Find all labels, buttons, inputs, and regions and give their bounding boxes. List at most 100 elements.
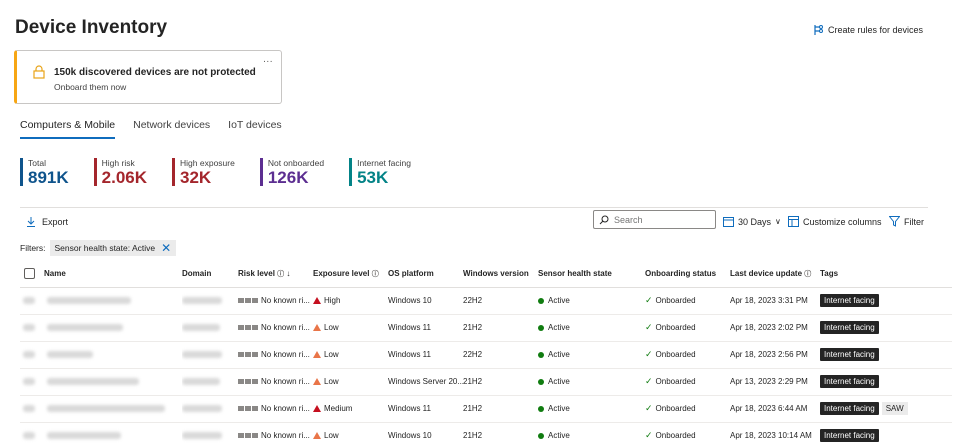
risk-level: No known ri... bbox=[238, 368, 313, 396]
checkmark-icon: ✓ bbox=[645, 295, 653, 305]
exposure-text: High bbox=[324, 296, 341, 305]
banner-subtext[interactable]: Onboard them now bbox=[54, 82, 126, 92]
risk-bars-icon bbox=[238, 433, 258, 439]
date-range-button[interactable]: 30 Days ∨ bbox=[723, 216, 781, 227]
create-rules-button[interactable]: Create rules for devices bbox=[812, 24, 923, 36]
table-row[interactable]: No known ri... Low Windows 11 21H2 Active ✓ On… bbox=[20, 314, 952, 342]
windows-version: 22H2 bbox=[463, 287, 538, 315]
exposure-text: Low bbox=[324, 431, 339, 440]
stats-bar: Total 891K High risk 2.06K High exposure 32K N… bbox=[20, 158, 436, 187]
device-domain bbox=[182, 341, 238, 369]
tag-badge[interactable]: Internet facing bbox=[820, 402, 879, 415]
filter-icon bbox=[889, 216, 900, 227]
col-tags[interactable]: Tags bbox=[820, 261, 952, 288]
device-name[interactable] bbox=[44, 422, 182, 447]
banner-headline: 150k discovered devices are not protecte… bbox=[54, 67, 256, 78]
tab-computers-mobile[interactable]: Computers & Mobile bbox=[20, 119, 116, 139]
tag-badge[interactable]: Internet facing bbox=[820, 321, 879, 334]
onboarding-status: ✓ Onboarded bbox=[645, 287, 730, 315]
os-platform: Windows 11 bbox=[388, 395, 463, 423]
tag-badge[interactable]: Internet facing bbox=[820, 375, 879, 388]
device-name[interactable] bbox=[44, 341, 182, 369]
tag-badge[interactable]: Internet facing bbox=[820, 429, 879, 442]
export-button[interactable]: Export bbox=[26, 217, 68, 227]
col-last-update[interactable]: Last device update ⓘ bbox=[730, 261, 820, 288]
onboarding-text: Onboarded bbox=[655, 350, 696, 359]
select-all-checkbox[interactable] bbox=[20, 261, 44, 288]
device-name[interactable] bbox=[44, 395, 182, 423]
row-checkbox[interactable] bbox=[20, 395, 44, 423]
status-dot-icon bbox=[538, 351, 544, 358]
unprotected-devices-banner: 150k discovered devices are not protecte… bbox=[14, 50, 282, 104]
table-row[interactable]: No known ri... High Windows 10 22H2 Active ✓ O… bbox=[20, 287, 952, 315]
sensor-text: Active bbox=[548, 350, 570, 359]
device-name[interactable] bbox=[44, 368, 182, 396]
sensor-health: Active bbox=[538, 287, 645, 315]
risk-bars-icon bbox=[238, 406, 258, 412]
close-icon[interactable]: ✕ bbox=[161, 242, 171, 254]
tag-badge[interactable]: Internet facing bbox=[820, 348, 879, 361]
row-checkbox[interactable] bbox=[20, 287, 44, 315]
tab-iot-devices[interactable]: IoT devices bbox=[228, 119, 282, 139]
calendar-icon bbox=[723, 217, 734, 227]
date-range-label: 30 Days bbox=[738, 216, 772, 227]
filter-chip-label: Sensor health state: Active bbox=[54, 243, 156, 253]
sensor-text: Active bbox=[548, 323, 570, 332]
export-label: Export bbox=[42, 217, 69, 227]
more-options-icon[interactable]: ... bbox=[263, 54, 273, 65]
status-dot-icon bbox=[538, 432, 544, 439]
table-row[interactable]: No known ri... Low Windows 10 21H2 Active ✓ On… bbox=[20, 422, 952, 447]
table-row[interactable]: No known ri... Low Windows 11 22H2 Active ✓ On… bbox=[20, 341, 952, 369]
stat-value: 891K bbox=[28, 168, 69, 187]
table-row[interactable]: No known ri... Low Windows Server 20... 21H… bbox=[20, 368, 952, 396]
device-domain bbox=[182, 395, 238, 423]
checkmark-icon: ✓ bbox=[645, 403, 653, 413]
stat-total[interactable]: Total 891K bbox=[20, 158, 69, 187]
col-onboarding-status[interactable]: Onboarding status bbox=[645, 261, 730, 288]
stat-high-exposure[interactable]: High exposure 32K bbox=[172, 158, 235, 187]
col-risk-level[interactable]: Risk level ⓘ ↓ bbox=[238, 261, 313, 288]
sensor-health: Active bbox=[538, 314, 645, 342]
sensor-text: Active bbox=[548, 431, 570, 440]
col-sensor-health[interactable]: Sensor health state bbox=[538, 261, 645, 288]
last-device-update: Apr 13, 2023 2:29 PM bbox=[730, 368, 820, 396]
onboarding-status: ✓ Onboarded bbox=[645, 422, 730, 447]
device-name[interactable] bbox=[44, 287, 182, 315]
col-domain[interactable]: Domain bbox=[182, 261, 238, 288]
stat-high-risk[interactable]: High risk 2.06K bbox=[93, 158, 147, 187]
row-checkbox[interactable] bbox=[20, 341, 44, 369]
sensor-text: Active bbox=[548, 404, 570, 413]
col-os-platform[interactable]: OS platform bbox=[388, 261, 463, 288]
last-device-update: Apr 18, 2023 6:44 AM bbox=[730, 395, 820, 423]
search-box[interactable] bbox=[593, 210, 716, 229]
risk-level: No known ri... bbox=[238, 287, 313, 315]
row-checkbox[interactable] bbox=[20, 422, 44, 447]
tab-network-devices[interactable]: Network devices bbox=[133, 119, 210, 139]
risk-text: No known ri... bbox=[261, 404, 310, 413]
status-dot-icon bbox=[538, 405, 544, 412]
customize-columns-button[interactable]: Customize columns bbox=[788, 216, 882, 227]
col-name[interactable]: Name bbox=[44, 261, 182, 288]
windows-version: 21H2 bbox=[463, 422, 538, 447]
filter-button[interactable]: Filter bbox=[889, 216, 924, 227]
windows-version: 21H2 bbox=[463, 314, 538, 342]
risk-bars-icon bbox=[238, 352, 258, 358]
tag-badge[interactable]: Internet facing bbox=[820, 294, 879, 307]
checkmark-icon: ✓ bbox=[645, 349, 653, 359]
device-name[interactable] bbox=[44, 314, 182, 342]
col-last-update-label: Last device update bbox=[730, 268, 803, 278]
filter-chip[interactable]: Sensor health state: Active ✕ bbox=[49, 240, 177, 256]
status-dot-icon bbox=[538, 297, 544, 304]
row-checkbox[interactable] bbox=[20, 314, 44, 342]
tags: Internet facing bbox=[820, 314, 952, 342]
col-exposure-level[interactable]: Exposure level ⓘ bbox=[313, 261, 388, 288]
row-checkbox[interactable] bbox=[20, 368, 44, 396]
stat-internet-facing[interactable]: Internet facing 53K bbox=[349, 158, 411, 187]
tag-badge[interactable]: SAW bbox=[881, 402, 908, 415]
table-row[interactable]: No known ri... Medium Windows 11 21H2 Active… bbox=[20, 395, 952, 423]
lock-icon bbox=[33, 65, 45, 79]
stat-not-onboarded[interactable]: Not onboarded 126K bbox=[259, 158, 324, 187]
col-windows-version[interactable]: Windows version bbox=[463, 261, 538, 288]
search-input[interactable] bbox=[614, 214, 704, 225]
last-device-update: Apr 18, 2023 3:31 PM bbox=[730, 287, 820, 315]
